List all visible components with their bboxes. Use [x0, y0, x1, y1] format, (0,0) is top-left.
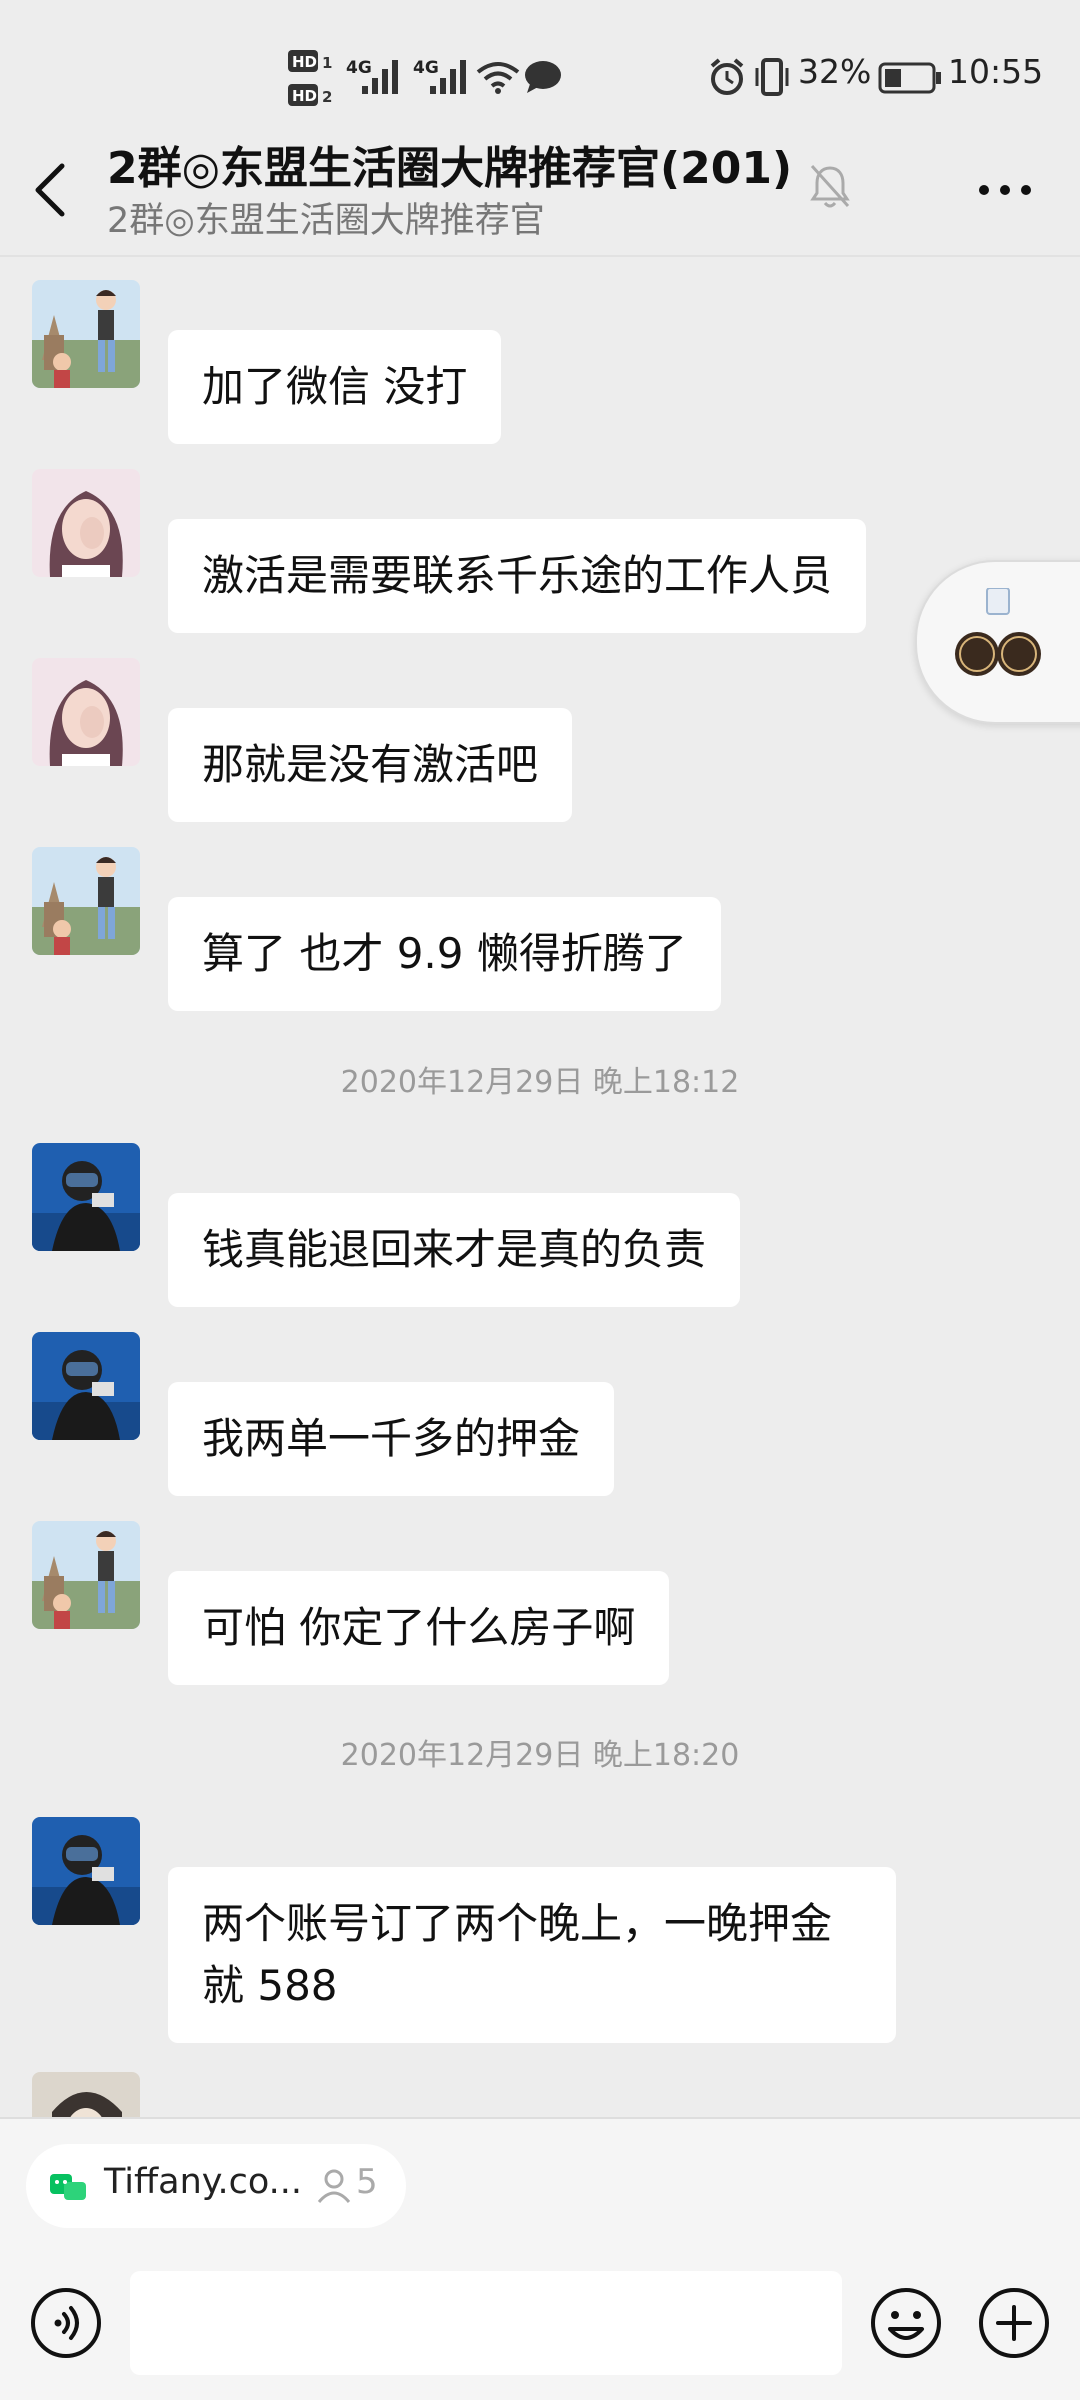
emoji-icon[interactable] [870, 2287, 942, 2359]
group-name: 2群◎东盟生活圈大牌推荐官(201) [107, 143, 793, 194]
input-bar [0, 2247, 1080, 2400]
avatar[interactable] [32, 658, 140, 766]
message-bubble[interactable]: 算了 也才 9.9 懒得折腾了 [168, 897, 721, 1011]
chat-header: 2群◎东盟生活圈大牌推荐官(201) 2群◎东盟生活圈大牌推荐官 [0, 120, 1080, 257]
alarm-icon [710, 58, 744, 95]
mute-bell-icon [810, 164, 850, 208]
mini-program-icon [50, 2174, 86, 2200]
avatar[interactable] [32, 469, 140, 577]
group-subtitle: 2群◎东盟生活圈大牌推荐官 [107, 201, 545, 241]
mini-program-bar: Tiffany.co... 5 [0, 2117, 1080, 2249]
svg-text:HD: HD [292, 87, 317, 105]
message-bubble[interactable]: 激活是需要联系千乐途的工作人员 [168, 519, 867, 633]
message-bubble[interactable]: 加了微信 没打 [168, 330, 502, 444]
signal-icon [362, 60, 398, 94]
wifi-icon [476, 62, 520, 94]
avatar[interactable] [32, 1817, 140, 1925]
signal-icon [430, 60, 466, 94]
battery-percent: 32% [798, 52, 872, 91]
avatar[interactable] [32, 1521, 140, 1629]
message-bubble[interactable]: 两个账号订了两个晚上，一晚押金就 588 [168, 1867, 896, 2043]
message-list[interactable]: 加了微信 没打 激活是需要联系千乐途的工作人员 那就是没有激活吧 算了 也才 9… [0, 257, 1080, 2117]
message-notification-icon [525, 61, 561, 93]
svg-text:2: 2 [322, 88, 332, 106]
floating-app-icon [955, 588, 1041, 676]
avatar[interactable] [32, 1332, 140, 1440]
more-options-icon[interactable] [975, 175, 1035, 205]
voice-input-icon[interactable] [30, 2287, 102, 2359]
hd-icon: HD 1 HD 2 [288, 50, 332, 106]
floating-window-button[interactable] [915, 560, 1080, 724]
avatar[interactable] [32, 2072, 140, 2117]
message-bubble[interactable]: 钱真能退回来才是真的负责 [168, 1193, 741, 1307]
user-count-icon [317, 2169, 351, 2203]
vibrate-icon [755, 58, 789, 96]
mini-program-name: Tiffany.co... [104, 2162, 303, 2202]
message-input[interactable] [130, 2271, 842, 2375]
member-count: 5 [356, 2162, 378, 2202]
avatar[interactable] [32, 1143, 140, 1251]
message-bubble[interactable]: 我两单一千多的押金 [168, 1382, 615, 1496]
back-arrow-icon[interactable] [30, 160, 70, 220]
avatar[interactable] [32, 847, 140, 955]
svg-text:HD: HD [292, 53, 317, 71]
battery-icon [878, 62, 941, 94]
svg-text:1: 1 [322, 54, 332, 72]
mini-program-chip[interactable]: Tiffany.co... 5 [26, 2144, 406, 2228]
message-bubble[interactable]: 那就是没有激活吧 [168, 708, 573, 822]
clock: 10:55 [948, 52, 1044, 91]
avatar[interactable] [32, 280, 140, 388]
message-bubble[interactable]: 可怕 你定了什么房子啊 [168, 1571, 670, 1685]
timestamp: 2020年12月29日 晚上18:20 [340, 1738, 740, 1773]
add-more-icon[interactable] [978, 2287, 1050, 2359]
timestamp: 2020年12月29日 晚上18:12 [340, 1065, 740, 1100]
